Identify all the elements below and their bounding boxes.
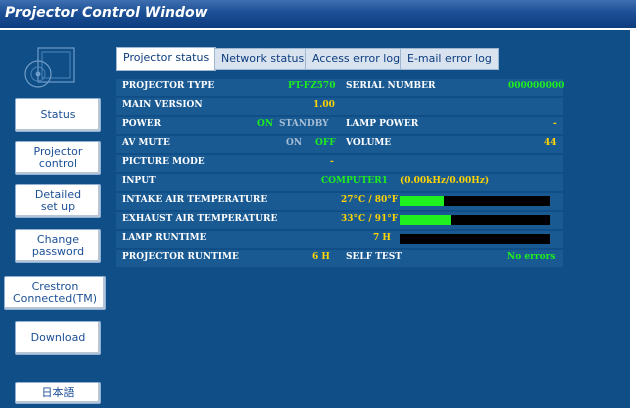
projector-control-button[interactable]: Projector control: [15, 141, 101, 175]
input-frequency: (0.00kHz/0.00Hz): [400, 176, 490, 186]
lamp-runtime-label: LAMP RUNTIME: [122, 233, 207, 243]
main-version-label: MAIN VERSION: [122, 100, 203, 110]
projector-logo-icon: [24, 47, 75, 88]
table-row: MAIN VERSION 1.00: [116, 98, 563, 115]
lamp-runtime-bar: [400, 234, 550, 244]
intake-air-temperature-bar-fill: [400, 196, 444, 206]
lamp-power-label: LAMP POWER: [346, 119, 419, 129]
exhaust-air-temperature-value: 33°C / 91°F: [341, 214, 399, 224]
intake-air-temperature-label: INTAKE AIR TEMPERATURE: [122, 195, 268, 205]
table-row: LAMP RUNTIME 7 H: [116, 231, 563, 248]
change-password-button[interactable]: Change password: [15, 229, 101, 263]
serial-number-label: SERIAL NUMBER: [346, 81, 436, 91]
tab-network-status[interactable]: Network status: [214, 48, 312, 70]
projector-runtime-value: 6 H: [312, 252, 330, 262]
volume-value: 44: [544, 138, 557, 148]
exhaust-air-temperature-label: EXHAUST AIR TEMPERATURE: [122, 214, 278, 224]
table-row: POWER ON STANDBY LAMP POWER -: [116, 117, 563, 134]
table-row: PROJECTOR TYPE PT-FZ570 SERIAL NUMBER 00…: [116, 79, 565, 96]
av-mute-off-value: OFF: [315, 138, 336, 148]
download-button[interactable]: Download: [15, 321, 101, 355]
av-mute-label: AV MUTE: [122, 138, 170, 148]
picture-mode-value: -: [330, 157, 334, 167]
lamp-power-value: -: [553, 119, 557, 129]
self-test-label: SELF TEST: [346, 252, 402, 262]
intake-air-temperature-value: 27°C / 80°F: [341, 195, 399, 205]
av-mute-on-value: ON: [286, 138, 303, 148]
crestron-connected-button[interactable]: Crestron Connected(TM): [4, 276, 106, 310]
tab-email-error-log[interactable]: E-mail error log: [400, 48, 499, 70]
volume-label: VOLUME: [346, 138, 392, 148]
main-version-value: 1.00: [313, 100, 335, 110]
power-standby-value: STANDBY: [279, 119, 329, 129]
table-row: AV MUTE ON OFF VOLUME 44: [116, 136, 563, 153]
intake-air-temperature-bar: [400, 196, 550, 206]
sidebar: Status Projector control Detailed set up…: [0, 30, 106, 408]
window-title: Projector Control Window: [5, 5, 208, 21]
table-row: INTAKE AIR TEMPERATURE 27°C / 80°F: [116, 193, 563, 210]
tab-projector-status[interactable]: Projector status: [116, 47, 217, 71]
projector-runtime-label: PROJECTOR RUNTIME: [122, 252, 239, 262]
input-label: INPUT: [122, 176, 156, 186]
exhaust-air-temperature-bar-fill: [400, 215, 451, 225]
table-row: EXHAUST AIR TEMPERATURE 33°C / 91°F: [116, 212, 563, 229]
title-bar: Projector Control Window: [0, 0, 636, 28]
power-label: POWER: [122, 119, 162, 129]
serial-number-value: 000000000: [508, 81, 565, 91]
power-on-value: ON: [257, 119, 274, 129]
projector-type-value: PT-FZ570: [288, 81, 336, 91]
detailed-setup-button[interactable]: Detailed set up: [15, 184, 101, 218]
input-value: COMPUTER1: [321, 176, 388, 186]
projector-type-label: PROJECTOR TYPE: [122, 81, 215, 91]
status-button[interactable]: Status: [15, 98, 101, 132]
window-frame: Status Projector control Detailed set up…: [0, 30, 630, 408]
lamp-runtime-value: 7 H: [373, 233, 391, 243]
main-panel: Projector status Network status Access e…: [106, 30, 630, 408]
table-row: INPUT COMPUTER1 (0.00kHz/0.00Hz): [116, 174, 563, 191]
exhaust-air-temperature-bar: [400, 215, 550, 225]
tab-access-error-log[interactable]: Access error log: [305, 48, 408, 70]
table-row: PICTURE MODE -: [116, 155, 563, 172]
self-test-value: No errors: [507, 252, 556, 262]
table-row: PROJECTOR RUNTIME 6 H SELF TEST No error…: [116, 250, 563, 267]
language-button[interactable]: 日本語: [15, 382, 101, 404]
picture-mode-label: PICTURE MODE: [122, 157, 205, 167]
